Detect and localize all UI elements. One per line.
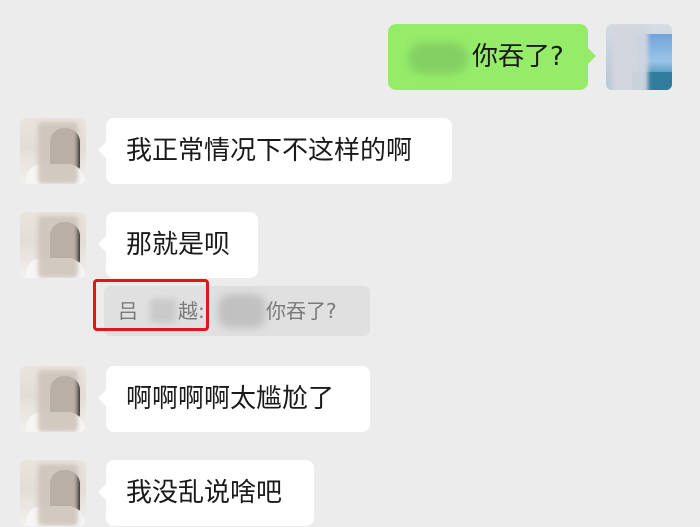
highlight-box bbox=[93, 279, 209, 331]
message-bubble-other[interactable]: 我正常情况下不这样的啊 bbox=[98, 118, 452, 184]
contact-avatar[interactable] bbox=[20, 118, 86, 184]
message-text: 啊啊啊啊太尴尬了 bbox=[126, 384, 335, 414]
contact-avatar[interactable] bbox=[20, 366, 86, 432]
blurred-text bbox=[408, 41, 468, 74]
message-text: 我没乱说啥吧 bbox=[126, 478, 283, 508]
contact-avatar[interactable] bbox=[20, 212, 86, 278]
message-bubble-other[interactable]: 那就是呗 bbox=[98, 212, 258, 278]
self-avatar[interactable] bbox=[606, 24, 672, 90]
message-text: 你吞了? bbox=[472, 42, 564, 72]
message-text: 我正常情况下不这样的啊 bbox=[126, 136, 413, 166]
blurred-text bbox=[218, 294, 266, 328]
quote-text: 你吞了? bbox=[266, 299, 337, 323]
message-bubble-other[interactable]: 我没乱说啥吧 bbox=[98, 460, 314, 526]
chat-area[interactable]: 你吞了? 我正常情况下不这样的啊 那就是呗 吕 越: 你吞了? 啊啊啊啊太尴尬了… bbox=[0, 0, 700, 527]
message-bubble-other[interactable]: 啊啊啊啊太尴尬了 bbox=[98, 366, 370, 432]
message-bubble-self[interactable]: 你吞了? bbox=[388, 24, 596, 90]
contact-avatar[interactable] bbox=[20, 460, 86, 526]
message-text: 那就是呗 bbox=[126, 230, 231, 260]
